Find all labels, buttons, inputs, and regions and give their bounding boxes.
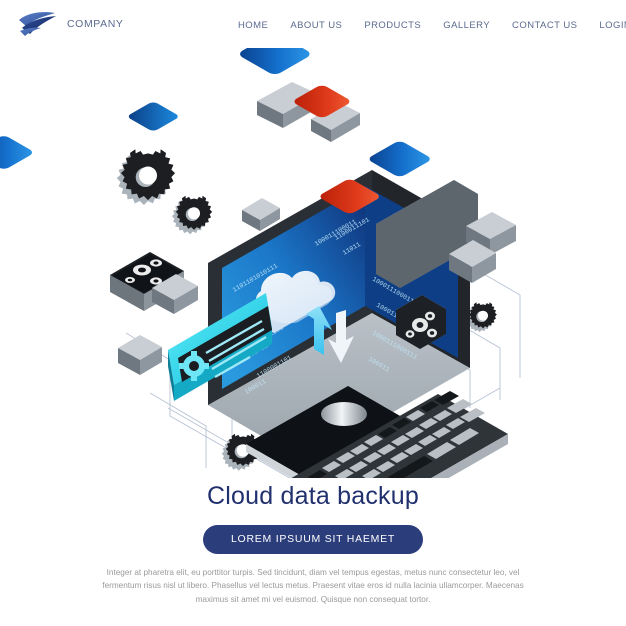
gear-medium-icon [172, 195, 213, 235]
isometric-scene-svg: 1101101010111 1100001101 1100001101 1100… [0, 48, 521, 478]
nav-item-login-register[interactable]: LOGIN/REGISTER [599, 20, 626, 31]
nav-item-products[interactable]: PRODUCTS [364, 20, 421, 31]
nav-item-about-us[interactable]: ABOUT US [290, 20, 342, 31]
tile-blue-top [240, 48, 318, 128]
gear-large-icon [116, 149, 176, 206]
main-navigation: HOME ABOUT US PRODUCTS GALLERY CONTACT U… [238, 20, 626, 31]
brand-logo[interactable]: COMPANY [18, 11, 124, 37]
cta-button[interactable]: LOREM IPSUUM SIT HAEMET [202, 525, 424, 554]
gear-small-icon [465, 302, 497, 333]
site-header: COMPANY HOME ABOUT US PRODUCTS GALLERY C… [0, 0, 626, 48]
cta-container: LOREM IPSUUM SIT HAEMET [0, 525, 626, 554]
hero-illustration: 1101101010111 1100001101 1100001101 1100… [0, 48, 626, 478]
swoosh-bird-logo-icon [19, 12, 56, 36]
nav-item-gallery[interactable]: GALLERY [443, 20, 490, 31]
nav-item-contact-us[interactable]: CONTACT US [512, 20, 577, 31]
brand-name: COMPANY [67, 18, 124, 30]
nav-item-home[interactable]: HOME [238, 20, 268, 31]
hero-paragraph: Integer at pharetra elit, eu porttitor t… [102, 568, 524, 604]
page-title: Cloud data backup [207, 482, 419, 510]
